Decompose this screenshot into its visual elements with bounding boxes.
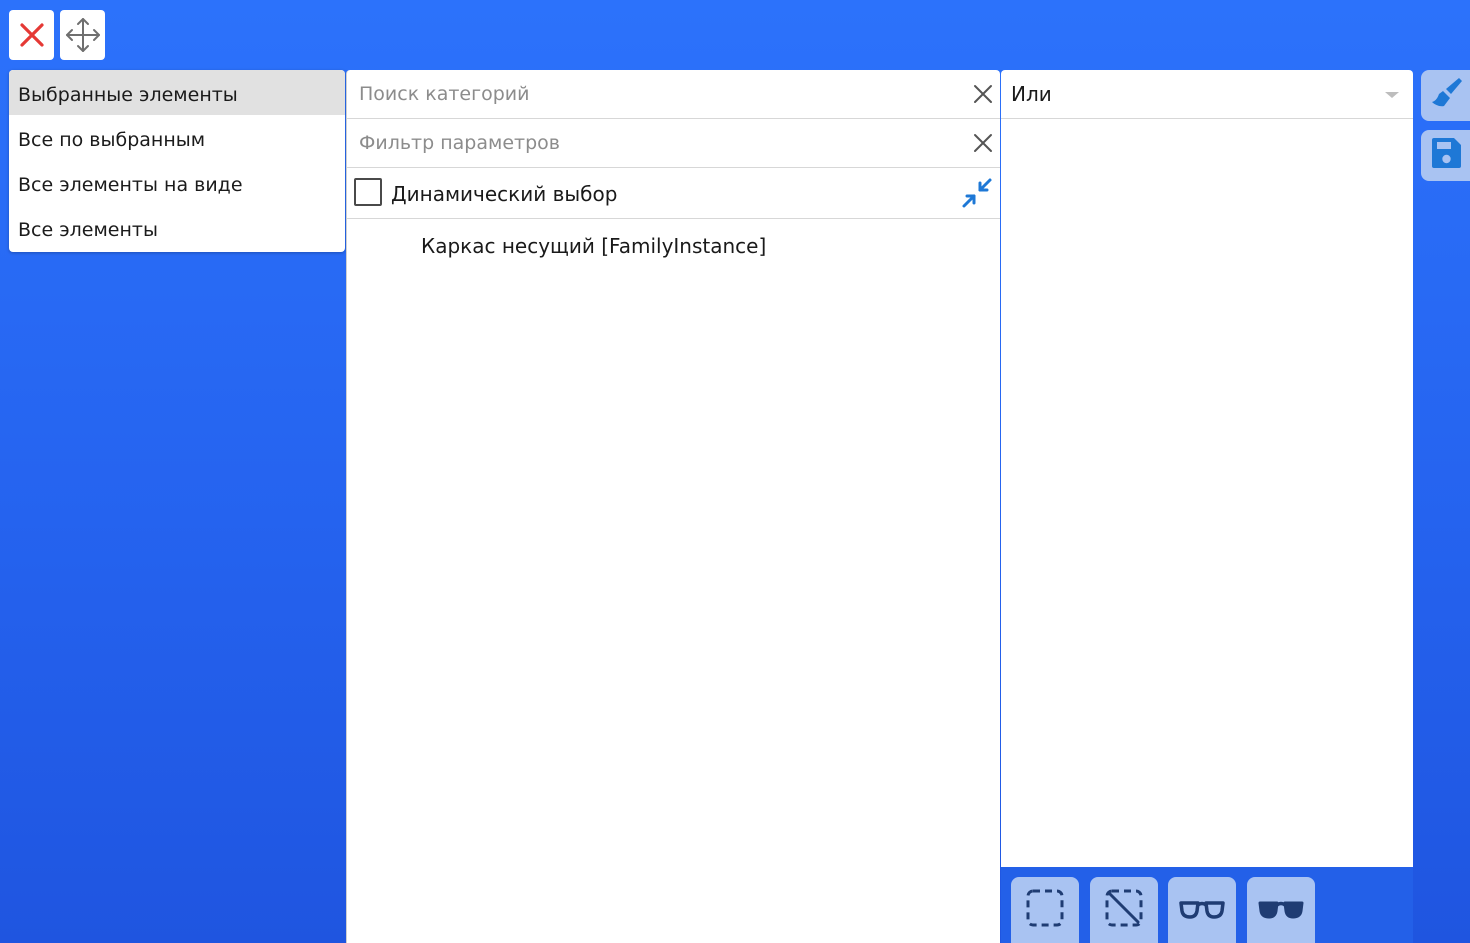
- chevron-down-icon: [1385, 92, 1399, 98]
- selection-mode-item-selected[interactable]: Выбранные элементы: [9, 70, 345, 115]
- dynamic-selection-label: Динамический выбор: [391, 182, 618, 206]
- select-region-button[interactable]: [1011, 877, 1079, 943]
- operator-value: Или: [1011, 82, 1052, 106]
- save-button[interactable]: [1421, 130, 1470, 181]
- save-icon: [1429, 136, 1463, 175]
- parameter-filter-input[interactable]: [359, 119, 959, 167]
- apply-style-button[interactable]: [1421, 70, 1470, 121]
- operator-dropdown[interactable]: Или: [1001, 70, 1413, 119]
- deselect-region-icon: [1104, 888, 1144, 933]
- parameter-filter-row: [347, 119, 1000, 168]
- collapse-icon[interactable]: [960, 176, 994, 215]
- selection-mode-item-by-selected[interactable]: Все по выбранным: [9, 115, 345, 160]
- glasses-outline-icon: [1178, 895, 1226, 926]
- brush-icon: [1429, 76, 1463, 115]
- sunglasses-icon: [1257, 895, 1305, 926]
- close-icon: [18, 21, 46, 49]
- filter-panel: Динамический выбор Каркас несущий [Famil…: [346, 70, 1000, 943]
- deselect-region-button[interactable]: [1090, 877, 1158, 943]
- dynamic-selection-row: Динамический выбор: [347, 168, 1000, 219]
- move-icon: [64, 16, 102, 54]
- hide-temporary-button[interactable]: [1247, 877, 1315, 943]
- category-search-input[interactable]: [359, 70, 959, 118]
- tree-item[interactable]: Каркас несущий [FamilyInstance]: [421, 222, 766, 270]
- selection-mode-item-in-view[interactable]: Все элементы на виде: [9, 160, 345, 205]
- selection-mode-list: Выбранные элементы Все по выбранным Все …: [9, 70, 345, 252]
- dynamic-selection-checkbox[interactable]: [354, 178, 382, 206]
- move-button[interactable]: [60, 10, 105, 60]
- select-region-icon: [1025, 888, 1065, 933]
- category-search-row: [347, 70, 1000, 119]
- logic-panel: Или: [1001, 70, 1413, 867]
- isolate-temporary-button[interactable]: [1168, 877, 1236, 943]
- clear-category-search-icon[interactable]: [972, 83, 994, 105]
- close-button[interactable]: [9, 10, 54, 60]
- clear-parameter-filter-icon[interactable]: [972, 132, 994, 154]
- selection-mode-item-all[interactable]: Все элементы: [9, 205, 345, 250]
